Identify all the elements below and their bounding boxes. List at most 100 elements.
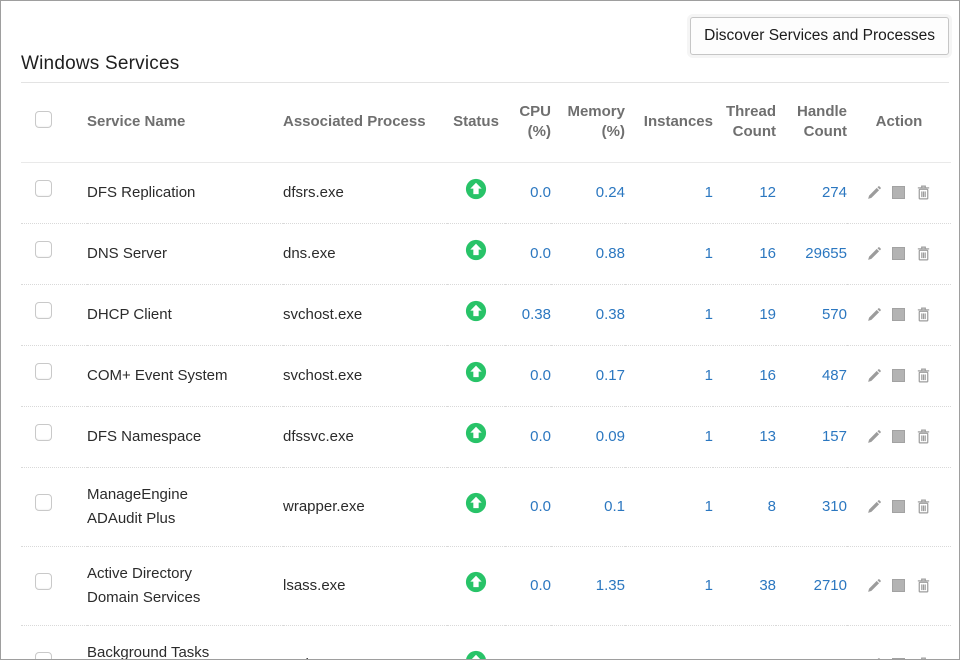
service-name: DHCP Client [87, 303, 172, 327]
instances-value: 1 [625, 162, 713, 223]
status-up-icon [465, 178, 487, 200]
stop-icon[interactable] [892, 430, 905, 443]
header-checkbox-cell [21, 83, 87, 162]
instances-value: 1 [625, 625, 713, 660]
cpu-value: 0.0 [505, 223, 551, 284]
table-row: ManageEngine ADAudit Plus wrapper.exe 0.… [21, 467, 951, 546]
memory-value: 0.24 [551, 162, 625, 223]
row-checkbox[interactable] [35, 363, 52, 380]
row-checkbox[interactable] [35, 573, 52, 590]
handle-count-value: 157 [776, 406, 847, 467]
delete-icon[interactable] [915, 577, 932, 594]
col-memory: Memory (%) [551, 83, 625, 162]
select-all-checkbox[interactable] [35, 111, 52, 128]
row-checkbox[interactable] [35, 241, 52, 258]
table-row: DHCP Client svchost.exe 0.38 0.38 1 19 5… [21, 284, 951, 345]
thread-count-value: 12 [713, 162, 776, 223]
edit-icon[interactable] [866, 657, 882, 660]
instances-value: 1 [625, 345, 713, 406]
edit-icon[interactable] [866, 368, 882, 384]
associated-process: dns.exe [283, 223, 447, 284]
delete-icon[interactable] [915, 306, 932, 323]
thread-count-value: 19 [713, 284, 776, 345]
service-name: DNS Server [87, 242, 167, 266]
cpu-value: 0.0 [505, 406, 551, 467]
stop-icon[interactable] [892, 247, 905, 260]
handle-count-value: 2710 [776, 546, 847, 625]
col-action: Action [847, 83, 951, 162]
col-thread-count: Thread Count [713, 83, 776, 162]
stop-icon[interactable] [892, 308, 905, 321]
instances-value: 1 [625, 284, 713, 345]
table-row: Background Tasks Infrastructure Service … [21, 625, 951, 660]
delete-icon[interactable] [915, 428, 932, 445]
handle-count-value: 29655 [776, 223, 847, 284]
handle-count-value: 487 [776, 345, 847, 406]
service-name: ManageEngine ADAudit Plus [87, 483, 232, 531]
handle-count-value: 570 [776, 284, 847, 345]
row-checkbox[interactable] [35, 180, 52, 197]
col-service-name: Service Name [87, 83, 283, 162]
associated-process: svchost.exe [283, 284, 447, 345]
col-handle-count: Handle Count [776, 83, 847, 162]
row-checkbox[interactable] [35, 494, 52, 511]
status-up-icon [465, 300, 487, 322]
row-checkbox[interactable] [35, 652, 52, 660]
associated-process: wrapper.exe [283, 467, 447, 546]
memory-value: 0.1 [551, 625, 625, 660]
stop-icon[interactable] [892, 500, 905, 513]
edit-icon[interactable] [866, 307, 882, 323]
service-name: Active Directory Domain Services [87, 562, 232, 610]
row-checkbox[interactable] [35, 424, 52, 441]
thread-count-value: 8 [713, 467, 776, 546]
instances-value: 1 [625, 467, 713, 546]
stop-icon[interactable] [892, 186, 905, 199]
edit-icon[interactable] [866, 246, 882, 262]
associated-process: dfsrs.exe [283, 162, 447, 223]
service-name: DFS Replication [87, 181, 195, 205]
stop-icon[interactable] [892, 579, 905, 592]
instances-value: 1 [625, 406, 713, 467]
col-status: Status [447, 83, 505, 162]
handle-count-value: 310 [776, 467, 847, 546]
associated-process: svchost.exe [283, 345, 447, 406]
cpu-value: 0.0 [505, 467, 551, 546]
handle-count-value: 319 [776, 625, 847, 660]
edit-icon[interactable] [866, 185, 882, 201]
associated-process: dfssvc.exe [283, 406, 447, 467]
page-title: Windows Services [21, 53, 179, 75]
discover-services-button[interactable]: Discover Services and Processes [690, 17, 949, 55]
col-cpu: CPU (%) [505, 83, 551, 162]
delete-icon[interactable] [915, 498, 932, 515]
table-row: COM+ Event System svchost.exe 0.0 0.17 1… [21, 345, 951, 406]
table-body: DFS Replication dfsrs.exe 0.0 0.24 1 12 … [21, 162, 951, 660]
stop-icon[interactable] [892, 369, 905, 382]
edit-icon[interactable] [866, 499, 882, 515]
service-name: COM+ Event System [87, 364, 227, 388]
delete-icon[interactable] [915, 245, 932, 262]
edit-icon[interactable] [866, 429, 882, 445]
cpu-value: 0.0 [505, 625, 551, 660]
services-table: Service Name Associated Process Status C… [21, 83, 951, 660]
thread-count-value: 13 [713, 406, 776, 467]
edit-icon[interactable] [866, 578, 882, 594]
col-instances: Instances [625, 83, 713, 162]
delete-icon[interactable] [915, 367, 932, 384]
delete-icon[interactable] [915, 656, 932, 660]
service-name: DFS Namespace [87, 425, 201, 449]
table-row: Active Directory Domain Services lsass.e… [21, 546, 951, 625]
handle-count-value: 274 [776, 162, 847, 223]
table-row: DFS Namespace dfssvc.exe 0.0 0.09 1 13 1… [21, 406, 951, 467]
memory-value: 0.1 [551, 467, 625, 546]
table-row: DNS Server dns.exe 0.0 0.88 1 16 29655 [21, 223, 951, 284]
memory-value: 0.09 [551, 406, 625, 467]
row-checkbox[interactable] [35, 302, 52, 319]
thread-count-value: 38 [713, 546, 776, 625]
associated-process: lsass.exe [283, 546, 447, 625]
delete-icon[interactable] [915, 184, 932, 201]
instances-value: 1 [625, 223, 713, 284]
col-associated-process: Associated Process [283, 83, 447, 162]
table-row: DFS Replication dfsrs.exe 0.0 0.24 1 12 … [21, 162, 951, 223]
status-up-icon [465, 422, 487, 444]
cpu-value: 0.0 [505, 162, 551, 223]
